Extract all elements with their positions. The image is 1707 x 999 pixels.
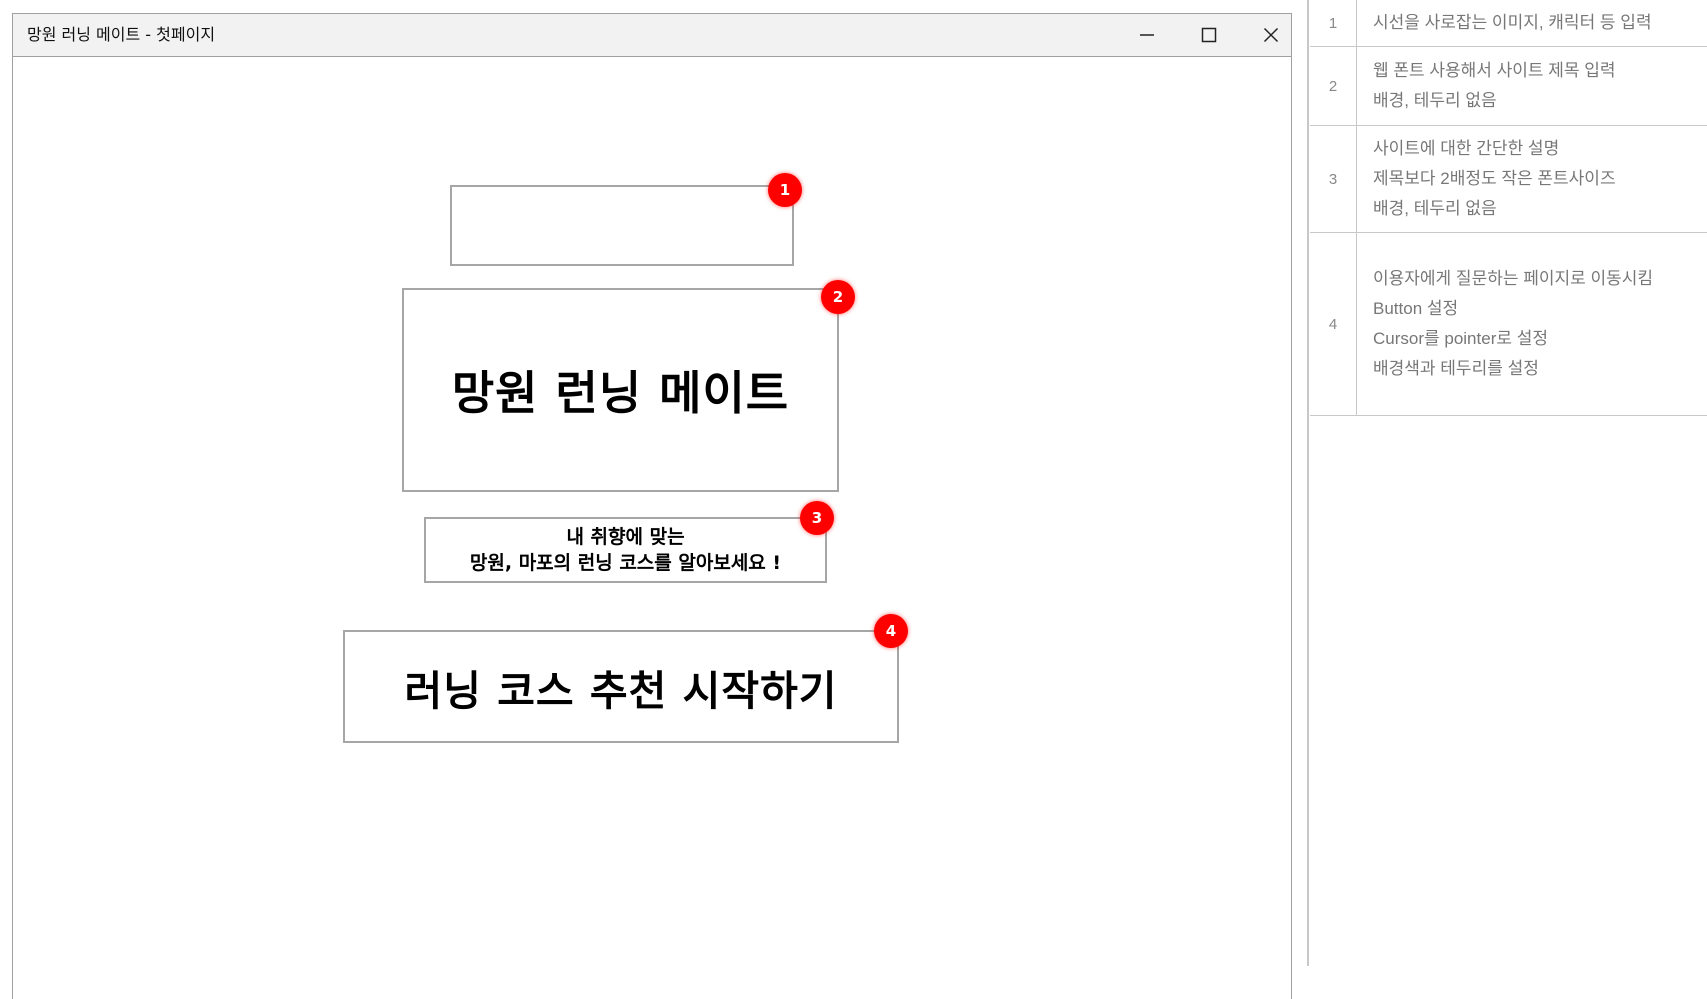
- note-row-1: 1 시선을 사로잡는 이미지, 캐릭터 등 입력: [1310, 0, 1707, 47]
- maximize-button[interactable]: [1183, 20, 1235, 50]
- annotation-notes-table: 1 시선을 사로잡는 이미지, 캐릭터 등 입력 2 웹 폰트 사용해서 사이트…: [1310, 0, 1707, 416]
- description-line-2: 망원, 마포의 런닝 코스를 알아보세요 !: [469, 552, 782, 574]
- app-window: 망원 러닝 메이트 - 첫페이지: [12, 13, 1292, 999]
- note-number: 4: [1310, 233, 1357, 415]
- annotation-badge-1: 1: [768, 173, 802, 207]
- note-line: 배경, 테두리 없음: [1373, 199, 1497, 218]
- note-number: 2: [1310, 47, 1357, 125]
- note-row-3: 3 사이트에 대한 간단한 설명 제목보다 2배정도 작은 폰트사이즈 배경, …: [1310, 126, 1707, 233]
- minimize-button[interactable]: [1121, 20, 1173, 50]
- note-line: 시선을 사로잡는 이미지, 캐릭터 등 입력: [1373, 13, 1652, 32]
- note-line: 사이트에 대한 간단한 설명: [1373, 139, 1560, 158]
- note-number: 1: [1310, 0, 1357, 46]
- window-title: 망원 러닝 메이트 - 첫페이지: [27, 25, 216, 44]
- note-line: 배경, 테두리 없음: [1373, 91, 1497, 110]
- image-placeholder: [450, 185, 794, 266]
- minimize-icon: [1140, 34, 1154, 36]
- close-button[interactable]: [1245, 20, 1297, 50]
- note-row-4: 4 이용자에게 질문하는 페이지로 이동시킴 Button 설정 Cursor를…: [1310, 233, 1707, 416]
- site-description-box: 내 취향에 맞는 망원, 마포의 런닝 코스를 알아보세요 !: [424, 517, 827, 583]
- note-number: 3: [1310, 126, 1357, 232]
- note-line: Button 설정: [1373, 299, 1459, 318]
- site-title: 망원 런닝 메이트: [451, 366, 790, 420]
- start-recommendation-button[interactable]: 러닝 코스 추천 시작하기: [343, 630, 899, 743]
- note-line: 웹 폰트 사용해서 사이트 제목 입력: [1373, 61, 1616, 80]
- site-title-box: 망원 런닝 메이트: [402, 288, 839, 492]
- annotation-badge-2: 2: [821, 280, 855, 314]
- close-icon: [1263, 27, 1279, 43]
- annotation-badge-4: 4: [874, 614, 908, 648]
- note-line: 제목보다 2배정도 작은 폰트사이즈: [1373, 169, 1616, 188]
- description-line-1: 내 취향에 맞는: [566, 526, 685, 548]
- start-button-label: 러닝 코스 추천 시작하기: [404, 666, 838, 715]
- note-line: Cursor를 pointer로 설정: [1373, 329, 1548, 348]
- note-row-2: 2 웹 폰트 사용해서 사이트 제목 입력 배경, 테두리 없음: [1310, 47, 1707, 126]
- title-bar[interactable]: 망원 러닝 메이트 - 첫페이지: [13, 14, 1291, 57]
- panel-divider: [1307, 0, 1309, 966]
- note-line: 이용자에게 질문하는 페이지로 이동시킴: [1373, 269, 1654, 288]
- maximize-icon: [1201, 27, 1217, 43]
- note-line: 배경색과 테두리를 설정: [1373, 359, 1539, 378]
- annotation-badge-3: 3: [800, 501, 834, 535]
